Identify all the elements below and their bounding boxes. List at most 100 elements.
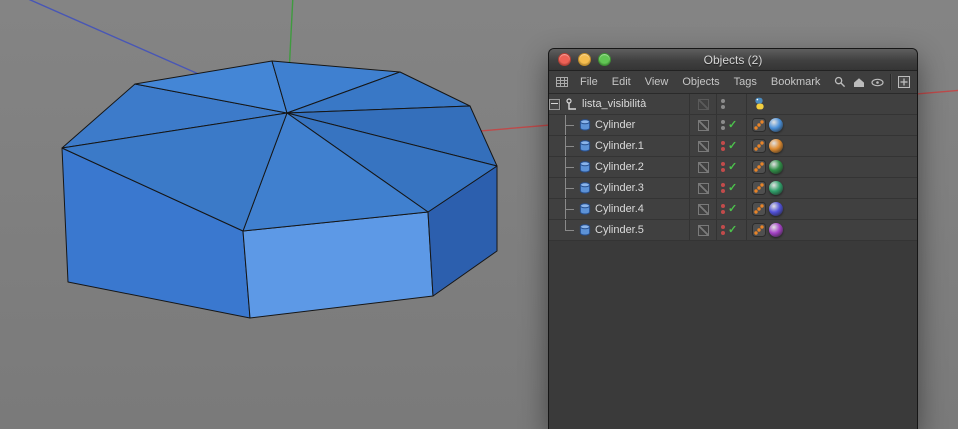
cylinder-icon (577, 181, 592, 195)
phong-tag-icon[interactable] (752, 118, 766, 132)
object-label[interactable]: lista_visibilità (582, 98, 646, 110)
layer-slash-box[interactable] (697, 140, 709, 152)
menu-edit[interactable]: Edit (605, 76, 638, 88)
phong-tag-icon[interactable] (752, 202, 766, 216)
editor-visibility-dot[interactable] (721, 120, 725, 124)
render-visibility-dot[interactable] (721, 210, 725, 214)
tree-branch (561, 178, 577, 198)
editor-visibility-dot[interactable] (721, 183, 725, 187)
search-icon[interactable] (832, 76, 847, 88)
editor-visibility-dot[interactable] (721, 162, 725, 166)
phong-tag-icon[interactable] (752, 139, 766, 153)
editor-visibility-dot[interactable] (721, 99, 725, 103)
tags-cell (746, 157, 917, 177)
phong-tag-icon[interactable] (752, 160, 766, 174)
layer-cell[interactable] (689, 157, 716, 177)
visibility-cell[interactable]: ✓ (716, 220, 746, 240)
enabled-check[interactable]: ✓ (728, 182, 737, 194)
render-visibility-dot[interactable] (721, 147, 725, 151)
window-title: Objects (2) (703, 52, 763, 67)
expand-collapse-toggle[interactable] (549, 98, 560, 110)
visibility-cell[interactable]: ✓ (716, 94, 746, 114)
visibility-cell[interactable]: ✓ (716, 115, 746, 135)
menu-bookmark[interactable]: Bookmark (764, 76, 828, 88)
list-empty-area[interactable] (549, 241, 917, 429)
visibility-cell[interactable]: ✓ (716, 178, 746, 198)
layer-cell[interactable] (689, 94, 716, 114)
menu-objects[interactable]: Objects (675, 76, 726, 88)
tree-branch (561, 157, 577, 177)
enabled-check[interactable]: ✓ (728, 119, 737, 131)
layer-slash-box[interactable] (697, 98, 709, 110)
object-row[interactable]: Cylinder.2 ✓ (549, 157, 917, 178)
tags-cell (746, 199, 917, 219)
phong-tag-icon[interactable] (752, 181, 766, 195)
close-button[interactable] (558, 53, 571, 66)
layer-slash-box[interactable] (697, 203, 709, 215)
visibility-cell[interactable]: ✓ (716, 157, 746, 177)
layer-slash-box[interactable] (697, 161, 709, 173)
editor-visibility-dot[interactable] (721, 141, 725, 145)
menu-view[interactable]: View (638, 76, 676, 88)
visibility-cell[interactable]: ✓ (716, 136, 746, 156)
enabled-check[interactable]: ✓ (728, 224, 737, 236)
layer-slash-box[interactable] (697, 182, 709, 194)
object-label[interactable]: Cylinder.3 (595, 182, 644, 194)
material-tag[interactable] (769, 139, 783, 153)
cylinder-icon (577, 118, 592, 132)
visibility-cell[interactable]: ✓ (716, 199, 746, 219)
layer-slash-box[interactable] (697, 224, 709, 236)
object-row[interactable]: Cylinder.1 ✓ (549, 136, 917, 157)
grid-icon[interactable] (553, 76, 571, 88)
material-tag[interactable] (769, 202, 783, 216)
object-row-root[interactable]: lista_visibilità ✓ (549, 94, 917, 115)
render-visibility-dot[interactable] (721, 168, 725, 172)
traffic-lights (558, 49, 611, 70)
enabled-check[interactable]: ✓ (728, 161, 737, 173)
window-titlebar[interactable]: Objects (2) (549, 49, 917, 71)
tree-branch-last (561, 220, 577, 240)
object-label[interactable]: Cylinder.1 (595, 140, 644, 152)
material-tag[interactable] (769, 118, 783, 132)
object-list: lista_visibilità ✓ Cylinder (549, 94, 917, 429)
layer-cell[interactable] (689, 178, 716, 198)
zoom-button[interactable] (598, 53, 611, 66)
material-tag[interactable] (769, 160, 783, 174)
object-row[interactable]: Cylinder.3 ✓ (549, 178, 917, 199)
object-label[interactable]: Cylinder.5 (595, 224, 644, 236)
object-label[interactable]: Cylinder.2 (595, 161, 644, 173)
octagon-cylinder-object[interactable] (61, 60, 498, 319)
layer-cell[interactable] (689, 220, 716, 240)
menu-tags[interactable]: Tags (727, 76, 764, 88)
material-tag[interactable] (769, 181, 783, 195)
phong-tag-icon[interactable] (752, 223, 766, 237)
panel-plus-icon[interactable] (896, 76, 911, 88)
layer-cell[interactable] (689, 115, 716, 135)
material-tag[interactable] (769, 223, 783, 237)
render-visibility-dot[interactable] (721, 126, 725, 130)
object-label[interactable]: Cylinder.4 (595, 203, 644, 215)
object-row[interactable]: Cylinder.5 ✓ (549, 220, 917, 241)
layer-cell[interactable] (689, 199, 716, 219)
render-visibility-dot[interactable] (721, 189, 725, 193)
render-visibility-dot[interactable] (721, 231, 725, 235)
cylinder-icon (577, 223, 592, 237)
minimize-button[interactable] (578, 53, 591, 66)
render-visibility-dot[interactable] (721, 105, 725, 109)
menu-file[interactable]: File (573, 76, 605, 88)
object-label[interactable]: Cylinder (595, 119, 635, 131)
object-row[interactable]: Cylinder ✓ (549, 115, 917, 136)
enabled-check[interactable]: ✓ (728, 203, 737, 215)
home-icon[interactable] (851, 77, 866, 88)
python-tag-icon[interactable] (752, 97, 766, 111)
object-row[interactable]: Cylinder.4 ✓ (549, 199, 917, 220)
layer-cell[interactable] (689, 136, 716, 156)
enabled-check[interactable]: ✓ (728, 140, 737, 152)
editor-visibility-dot[interactable] (721, 204, 725, 208)
cylinder-icon (577, 139, 592, 153)
tree-branch (561, 115, 577, 135)
editor-visibility-dot[interactable] (721, 225, 725, 229)
eye-icon[interactable] (870, 78, 885, 87)
layer-slash-box[interactable] (697, 119, 709, 131)
objects-manager-window[interactable]: Objects (2) File Edit View Objects Tags … (548, 48, 918, 429)
